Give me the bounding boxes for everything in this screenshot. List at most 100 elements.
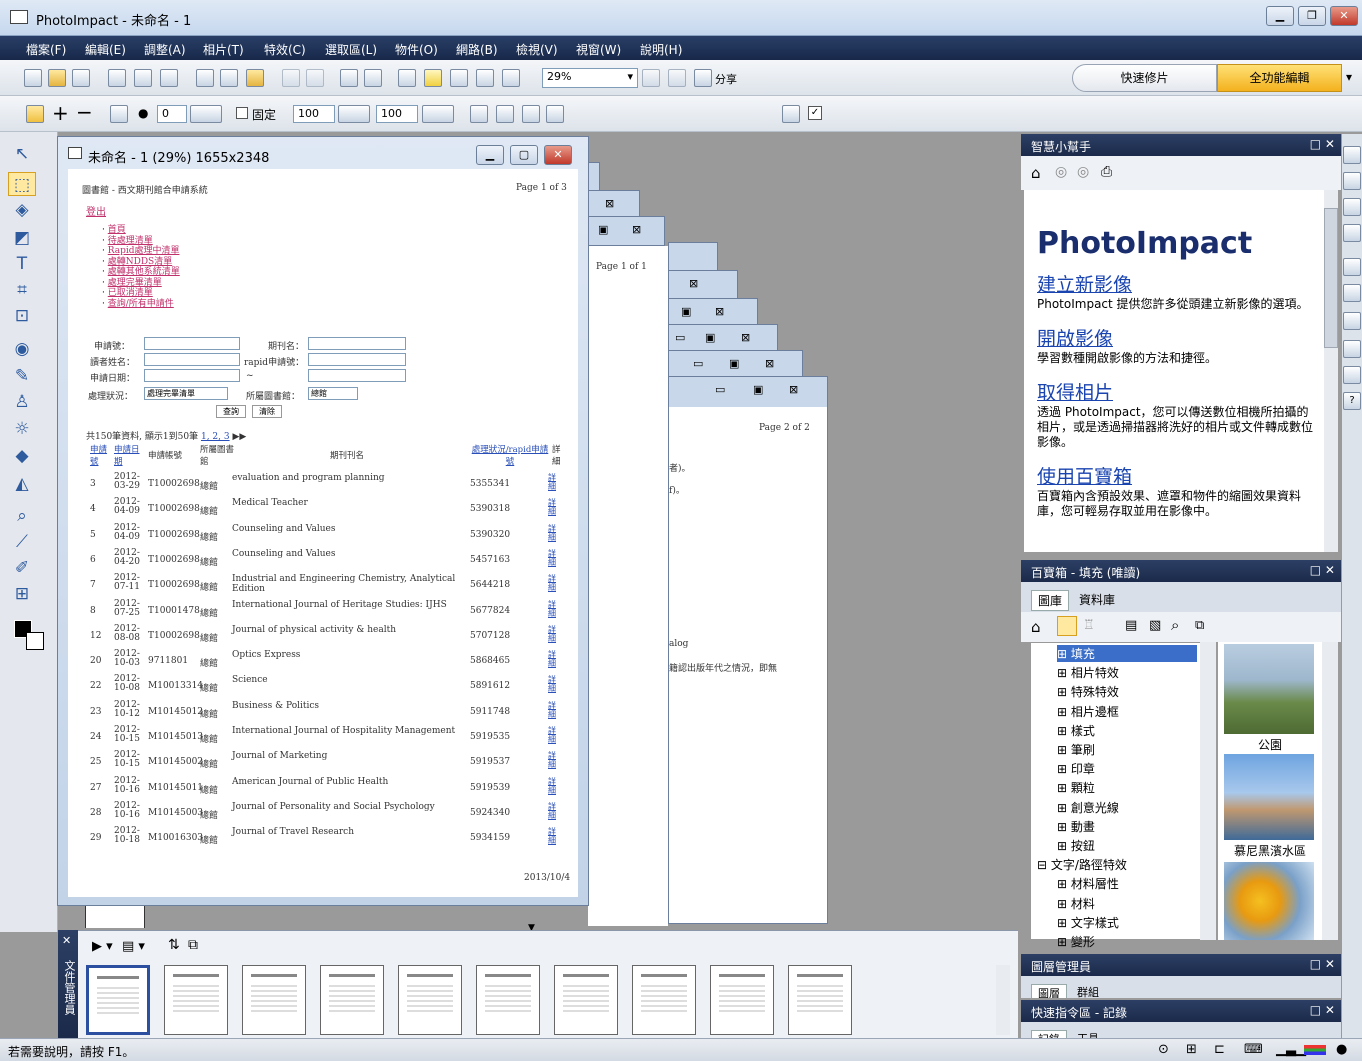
close-icon[interactable]: ⊠ — [605, 197, 614, 210]
tree-item[interactable]: ⊞ 相片特效 — [1057, 664, 1119, 681]
image-icon[interactable]: ▧ — [1149, 618, 1161, 633]
restore-icon[interactable]: ▣ — [681, 305, 691, 318]
frame-icon[interactable] — [450, 69, 468, 87]
device-icon[interactable] — [476, 69, 494, 87]
search-icon[interactable]: ⌕ — [1171, 616, 1179, 634]
back-icon[interactable]: ◎ — [1055, 164, 1067, 180]
nav-link[interactable]: 待處理清單 — [108, 236, 153, 246]
nav-link[interactable]: 處理完畢清單 — [108, 278, 162, 288]
home-icon[interactable]: ⌂ — [1031, 618, 1041, 636]
tree-item[interactable]: ⊞ 材料 — [1057, 895, 1095, 912]
document-manager-tab[interactable]: ✕ 文件管理員 — [58, 930, 78, 1038]
panel-close-icon[interactable]: □ ✕ — [1310, 563, 1335, 577]
close-icon[interactable]: ⊠ — [789, 383, 798, 396]
dock-icon[interactable] — [1343, 224, 1361, 242]
menu-file[interactable]: 檔案(F) — [26, 41, 66, 58]
status-select[interactable]: 處理完畢清單 — [144, 387, 228, 400]
helper-scrollbar[interactable] — [1324, 190, 1338, 552]
tab-layers[interactable]: 圖層 — [1031, 984, 1067, 998]
menu-selection[interactable]: 選取區(L) — [325, 41, 377, 58]
mode-icon[interactable] — [496, 105, 514, 123]
helper-link-acquire[interactable]: 取得相片 — [1037, 378, 1317, 405]
thumbs-scrollbar[interactable] — [1322, 642, 1338, 940]
menu-adjust[interactable]: 調整(A) — [144, 41, 186, 58]
tree-view-icon[interactable] — [1057, 616, 1077, 636]
col-header[interactable]: 處理狀況/rapid申請號 — [470, 443, 550, 467]
monitor-icon[interactable] — [398, 69, 416, 87]
helper-link-open[interactable]: 開啟影像 — [1037, 324, 1317, 351]
doc-window-stack[interactable]: ⊠ — [668, 270, 738, 300]
maximize-button[interactable]: ❐ — [1298, 6, 1326, 26]
stamp-tool-icon[interactable]: ♙ — [8, 390, 36, 414]
nav-link[interactable]: Rapid處理中清單 — [108, 246, 180, 256]
doc-window-stack[interactable] — [668, 242, 718, 272]
col-header[interactable]: 申請日期 — [114, 443, 144, 467]
height-field[interactable]: 100 — [376, 105, 418, 123]
detail-link[interactable]: 詳細 — [548, 498, 558, 516]
memory-icon[interactable]: ⊙ — [1158, 1042, 1169, 1057]
document-thumbnail[interactable] — [320, 965, 384, 1035]
dock-icon[interactable] — [1343, 284, 1361, 302]
dock-icon[interactable] — [1343, 258, 1361, 276]
detail-link[interactable]: 詳細 — [548, 473, 558, 491]
tree-item[interactable]: ⊞ 變形 — [1057, 933, 1095, 950]
dock-icon[interactable] — [1343, 312, 1361, 330]
journal-input[interactable] — [308, 337, 406, 350]
new-icon[interactable] — [24, 69, 42, 87]
paste-icon[interactable] — [246, 69, 264, 87]
tree-item[interactable]: ⊞ 顆粒 — [1057, 779, 1095, 796]
copy-icon[interactable]: ⧉ — [188, 937, 198, 953]
list-icon[interactable]: ▤ — [1125, 618, 1137, 633]
redo-icon[interactable] — [306, 69, 324, 87]
close-icon[interactable]: ⊠ — [741, 331, 750, 344]
logout-link[interactable]: 登出 — [86, 203, 106, 218]
soft-edge-icon[interactable]: ● — [138, 106, 148, 120]
close-icon[interactable]: ✕ — [62, 934, 71, 947]
detail-link[interactable]: 詳細 — [548, 701, 558, 719]
eyedropper-tool-icon[interactable]: ⟋ — [8, 530, 36, 554]
nav-link[interactable]: 處轉NDDS清單 — [108, 257, 172, 267]
document-thumbnail[interactable] — [398, 965, 462, 1035]
quick-fix-tab[interactable]: 快速修片 — [1072, 64, 1217, 92]
document-thumbnail[interactable] — [554, 965, 618, 1035]
helper-link-palette[interactable]: 使用百寶箱 — [1037, 462, 1317, 489]
panel-close-icon[interactable]: □ ✕ — [1310, 137, 1335, 151]
open-icon[interactable] — [48, 69, 66, 87]
scan-icon[interactable] — [160, 69, 178, 87]
width-spinner-icon[interactable] — [338, 105, 370, 123]
document-thumbnail[interactable] — [788, 965, 852, 1035]
convert-icon[interactable] — [522, 105, 540, 123]
help-icon[interactable]: ? — [1343, 392, 1361, 410]
restore-icon[interactable]: ▣ — [598, 223, 608, 236]
background-color-swatch[interactable] — [26, 632, 44, 650]
tree-item[interactable]: ⊞ 印章 — [1057, 760, 1095, 777]
menu-view[interactable]: 檢視(V) — [516, 41, 558, 58]
apply-no-input[interactable] — [144, 337, 240, 350]
detail-link[interactable]: 詳細 — [548, 751, 558, 769]
detail-link[interactable]: 詳細 — [548, 827, 558, 845]
doc-window-stack[interactable]: ▣ ⊠ — [585, 216, 665, 246]
reader-input[interactable] — [144, 353, 240, 366]
shape-icon[interactable] — [110, 105, 128, 123]
info-icon[interactable]: ● — [1336, 1042, 1347, 1057]
home-icon[interactable]: ⌂ — [1031, 164, 1041, 182]
sort-icon[interactable]: ⇅ — [168, 937, 180, 953]
dock-icon[interactable] — [1343, 146, 1361, 164]
copy-icon[interactable] — [220, 69, 238, 87]
detail-link[interactable]: 詳細 — [548, 600, 558, 618]
brush-tool-icon[interactable]: ✎ — [8, 364, 36, 388]
tree-item[interactable]: ⊞ 材料層性 — [1057, 875, 1119, 892]
main-doc-window[interactable]: 未命名 - 1 (29%) 1655x2348 ▁ ▢ ✕ 圖書館 - 西文期刊… — [57, 136, 589, 906]
retouch-tool-icon[interactable]: ☼ — [8, 417, 36, 441]
thumb-flowers[interactable] — [1224, 862, 1314, 940]
document-thumbnail[interactable] — [710, 965, 774, 1035]
tree-item[interactable]: ⊞ 動畫 — [1057, 818, 1095, 835]
clear-button[interactable]: 清除 — [252, 405, 282, 418]
play-icon[interactable]: ▶ ▾ — [92, 939, 113, 954]
minimize-button[interactable]: ▁ — [1266, 6, 1294, 26]
detail-link[interactable]: 詳細 — [548, 726, 558, 744]
acquire-icon[interactable] — [364, 69, 382, 87]
tree-item[interactable]: ⊞ 樣式 — [1057, 722, 1095, 739]
tree-item[interactable]: ⊟ 文字/路徑特效 — [1037, 856, 1127, 873]
histogram-icon[interactable]: ▁▃▁ — [1276, 1042, 1306, 1057]
